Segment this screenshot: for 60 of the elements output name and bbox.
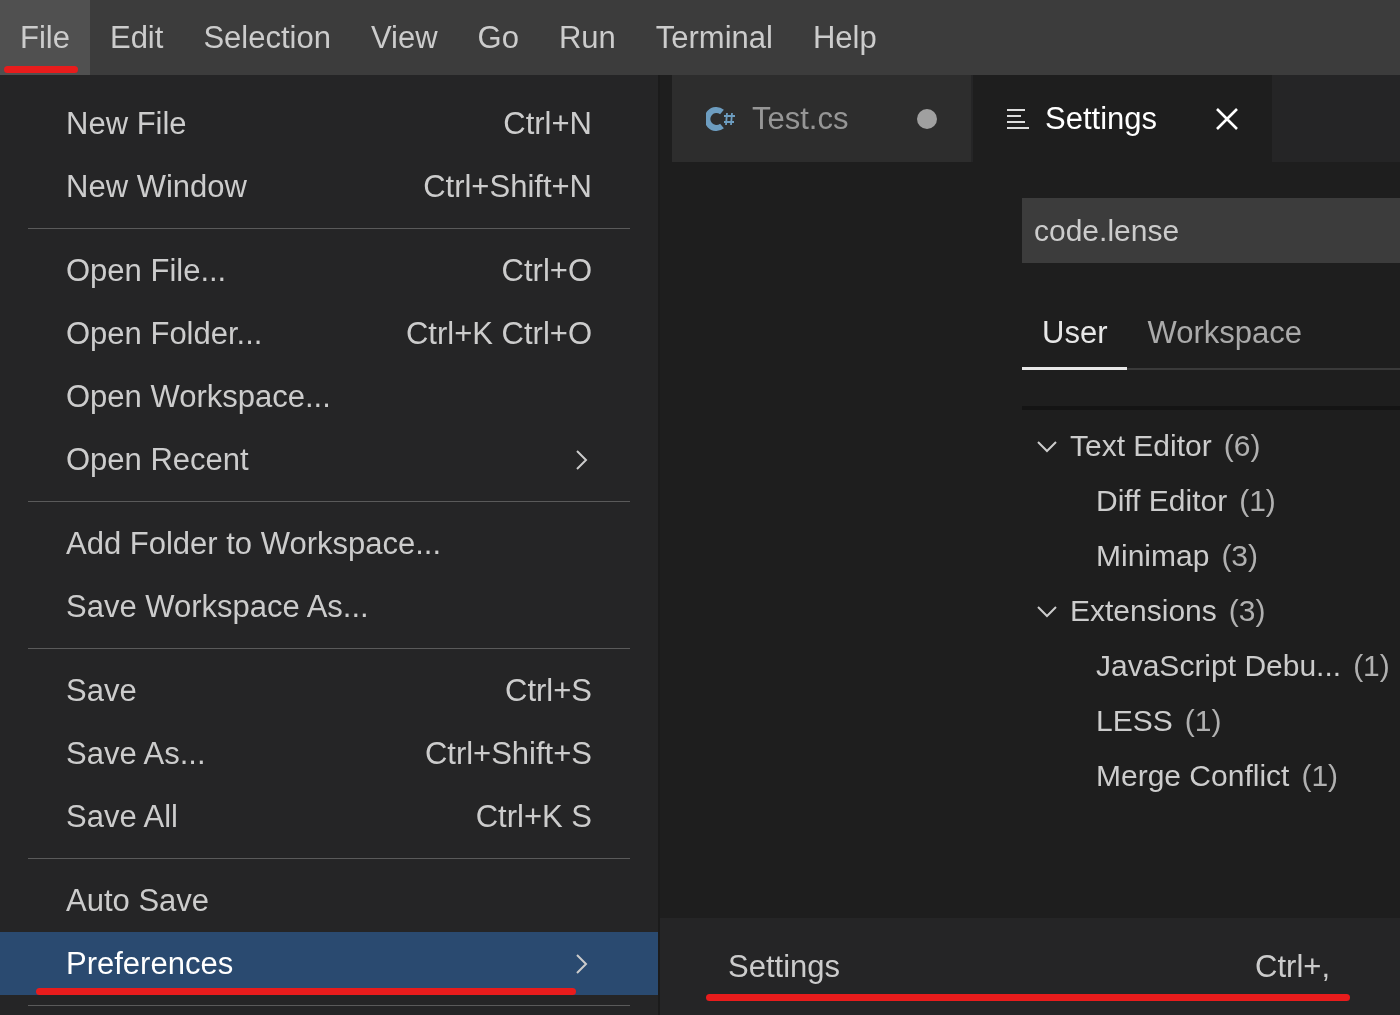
- shortcut-text: Ctrl+Shift+N: [423, 168, 592, 205]
- unsaved-dot-icon: [917, 108, 937, 129]
- tree-item[interactable]: Merge Conflict (1): [1022, 748, 1400, 803]
- tree-item[interactable]: Diff Editor (1): [1022, 473, 1400, 528]
- menu-bar-item[interactable]: Selection: [183, 0, 351, 75]
- menu-item-label: Add Folder to Workspace...: [66, 525, 443, 562]
- shortcut-text: Ctrl+S: [505, 672, 592, 709]
- scope-tab[interactable]: Workspace: [1127, 299, 1322, 370]
- menu-item-label: Open Folder...: [66, 315, 264, 352]
- search-field[interactable]: code.lense: [1022, 198, 1400, 263]
- tree-item[interactable]: Extensions (3): [1022, 583, 1400, 638]
- list-lines-icon: [1007, 107, 1029, 130]
- menu-bar-item[interactable]: File: [0, 0, 90, 75]
- shortcut-text: Ctrl+Shift+S: [424, 735, 592, 772]
- shortcut-text: Ctrl+K Ctrl+O: [405, 315, 592, 352]
- menu-item-label: Save: [66, 672, 138, 709]
- menu-item-label: Open Recent: [66, 441, 250, 478]
- menu-item[interactable]: Open File... Ctrl+O: [0, 239, 658, 302]
- menu-item[interactable]: New File Ctrl+N: [0, 92, 658, 155]
- menu-item[interactable]: Add Folder to Workspace...: [0, 512, 658, 575]
- menu-item-label: Open File...: [66, 252, 228, 289]
- menu-item[interactable]: Settings Ctrl+,: [660, 918, 1400, 1015]
- tree-item[interactable]: JavaScript Debu... (1): [1022, 638, 1400, 693]
- tree-item[interactable]: Minimap (3): [1022, 528, 1400, 583]
- menu-item[interactable]: Open Workspace...: [0, 365, 658, 428]
- menu-item[interactable]: Save As... Ctrl+Shift+S: [0, 722, 658, 785]
- editor-tab[interactable]: Test.cs: [672, 75, 971, 162]
- scope-tab[interactable]: User: [1022, 299, 1128, 370]
- menu-item-label: New File: [66, 105, 188, 142]
- editor-tab[interactable]: Settings: [973, 75, 1272, 162]
- menu-item[interactable]: Auto Save: [0, 869, 658, 932]
- tree-item[interactable]: LESS (1): [1022, 693, 1400, 748]
- menu-bar-item[interactable]: View: [350, 0, 458, 75]
- menu-bar-item[interactable]: Help: [792, 0, 897, 75]
- menu-item[interactable]: New Window Ctrl+Shift+N: [0, 155, 658, 218]
- close-icon[interactable]: [1216, 107, 1238, 130]
- shortcut-text: Ctrl+O: [501, 252, 592, 289]
- menu-bar-item[interactable]: Run: [538, 0, 636, 75]
- csharp-icon: [706, 105, 736, 132]
- menu-item[interactable]: Save Workspace As...: [0, 575, 658, 638]
- menu-item-label: Save Workspace As...: [66, 588, 370, 625]
- menu-bar-item[interactable]: Edit: [89, 0, 184, 75]
- menu-item-label: Save All: [66, 798, 179, 835]
- menu-item[interactable]: Save Ctrl+S: [0, 659, 658, 722]
- menu-item-label: Preferences: [66, 945, 235, 982]
- menu-item[interactable]: Save All Ctrl+K S: [0, 785, 658, 848]
- menu-item[interactable]: Open Folder... Ctrl+K Ctrl+O: [0, 302, 658, 365]
- menu-item-label: Auto Save: [66, 882, 211, 919]
- menu-bar-item[interactable]: Terminal: [635, 0, 793, 75]
- menu-item[interactable]: Open Recent: [0, 428, 658, 491]
- menu-item[interactable]: Preferences: [0, 932, 658, 995]
- tree-item[interactable]: Text Editor (6): [1022, 418, 1400, 473]
- shortcut-text: Ctrl+K S: [475, 798, 592, 835]
- menu-item-label: New Window: [66, 168, 248, 205]
- menu-bar-item[interactable]: Go: [457, 0, 539, 75]
- shortcut-text: Ctrl+N: [503, 105, 592, 142]
- menu-item-label: Save As...: [66, 735, 207, 772]
- shortcut-text: Ctrl+,: [1255, 948, 1330, 985]
- menu-item-label: Settings: [728, 948, 841, 985]
- menu-item-label: Open Workspace...: [66, 378, 332, 415]
